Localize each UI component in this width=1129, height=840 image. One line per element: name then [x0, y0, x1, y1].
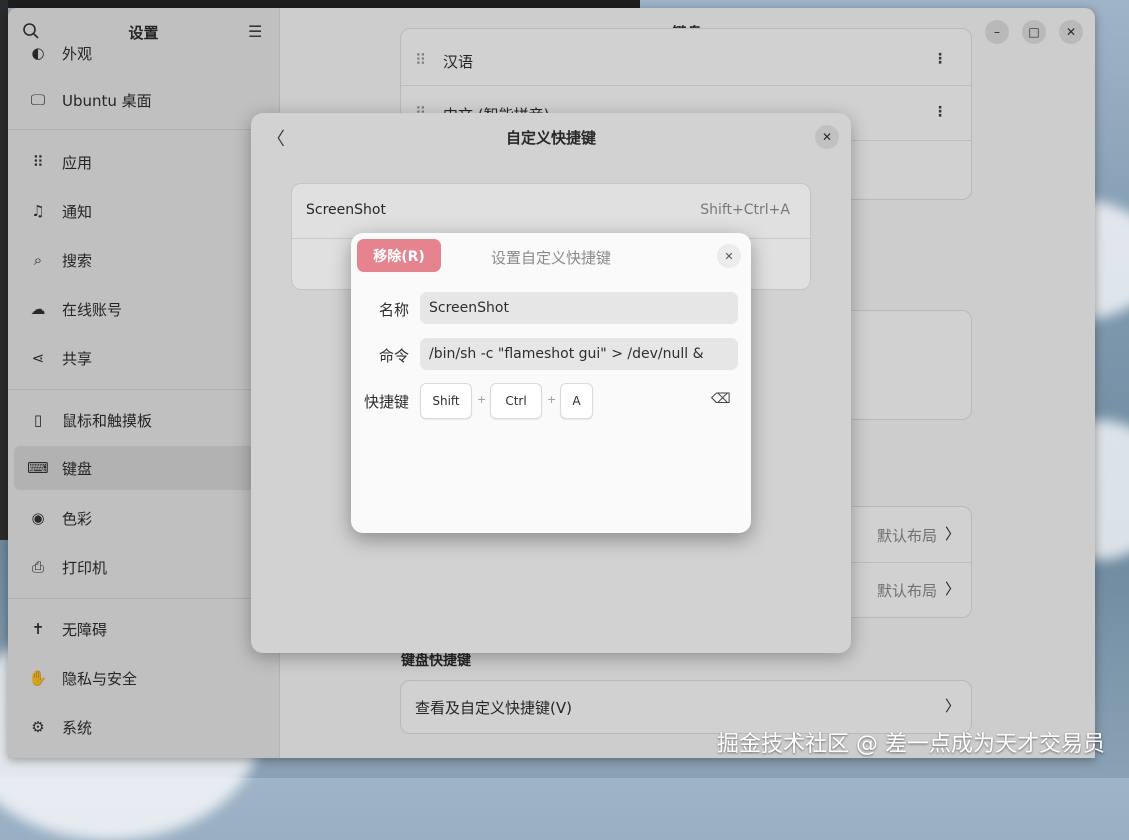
command-field[interactable]: /bin/sh -c "flameshot gui" > /dev/null &	[420, 338, 738, 370]
key-cap[interactable]: Shift	[420, 383, 472, 419]
close-icon[interactable]: ✕	[717, 244, 741, 268]
watermark: 掘金技术社区 @ 差一点成为天才交易员	[717, 732, 1105, 757]
remove-button[interactable]: 移除(R)	[357, 239, 441, 272]
plus-sign: +	[477, 393, 487, 406]
name-field[interactable]: ScreenShot	[420, 292, 738, 324]
backspace-icon[interactable]: ⌫	[711, 391, 731, 407]
shortcut-label: 快捷键	[363, 393, 409, 411]
plus-sign: +	[547, 393, 557, 406]
name-label: 名称	[378, 301, 409, 319]
desktop-dock	[0, 0, 8, 540]
command-label: 命令	[378, 347, 409, 365]
key-cap[interactable]: A	[560, 383, 593, 419]
key-cap[interactable]: Ctrl	[490, 383, 542, 419]
desktop-top-bar	[0, 0, 640, 8]
dialog-title: 设置自定义快捷键	[490, 249, 611, 267]
edit-shortcut-dialog: 移除(R) 设置自定义快捷键 ✕ 名称 ScreenShot 命令 /bin/s…	[351, 233, 751, 533]
